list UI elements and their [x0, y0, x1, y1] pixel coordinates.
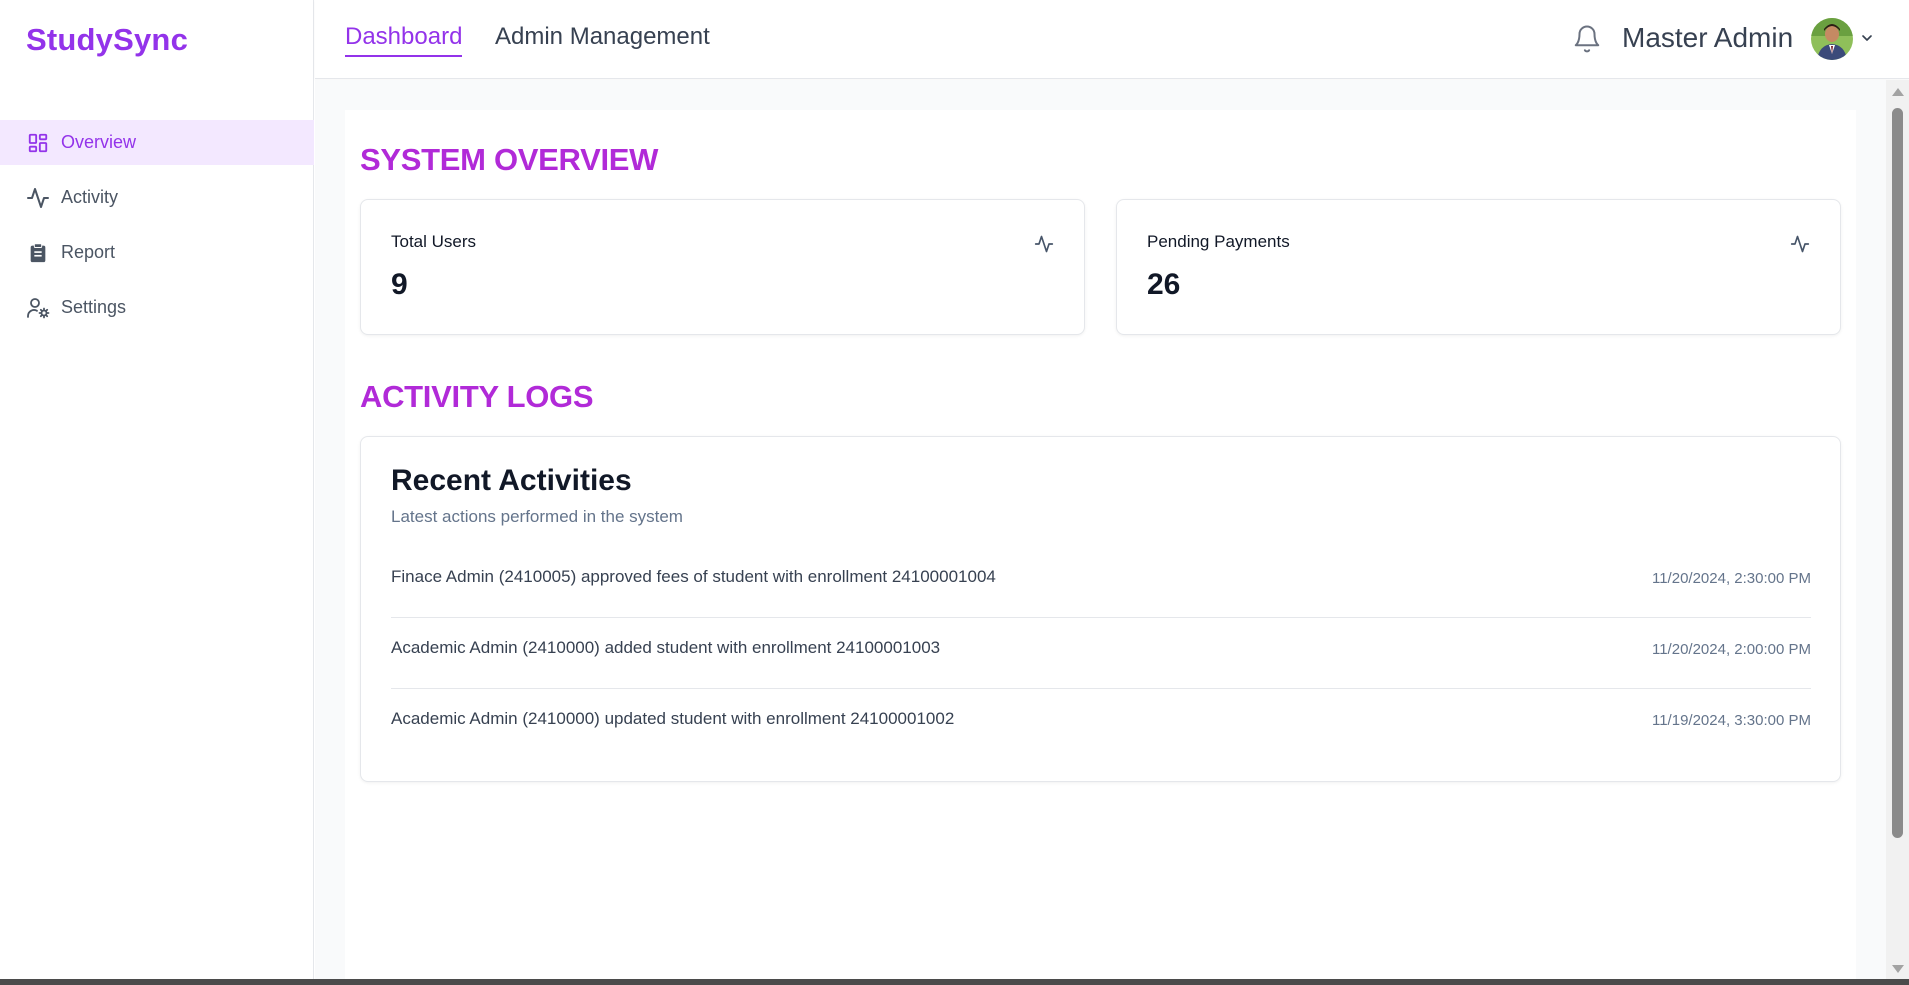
- stat-label: Pending Payments: [1147, 232, 1290, 251]
- clipboard-icon: [26, 241, 50, 265]
- stat-label: Total Users: [391, 232, 477, 251]
- main-area: SYSTEM OVERVIEW Total Users 9 Pending Pa…: [315, 80, 1886, 985]
- vertical-scrollbar[interactable]: [1886, 80, 1909, 985]
- activity-icon: [1034, 234, 1054, 254]
- sidebar-item-label: Overview: [61, 132, 137, 152]
- activity-text: Academic Admin (2410000) updated student…: [391, 709, 955, 728]
- tab-admin-management[interactable]: Admin Management: [495, 23, 710, 55]
- tab-dashboard[interactable]: Dashboard: [345, 23, 463, 57]
- scroll-down-arrow-icon[interactable]: [1892, 965, 1904, 973]
- avatar[interactable]: [1811, 18, 1853, 60]
- recent-activities-card: Recent Activities Latest actions perform…: [360, 436, 1841, 782]
- sidebar-item-settings[interactable]: Settings: [0, 285, 314, 330]
- activity-icon: [26, 186, 50, 210]
- sidebar-item-activity[interactable]: Activity: [0, 175, 314, 220]
- card-title: Recent Activities: [391, 464, 632, 497]
- user-name[interactable]: Master Admin: [1622, 22, 1793, 54]
- sidebar-item-label: Settings: [61, 297, 127, 317]
- sidebar: StudySync Overview Activity Report Setti…: [0, 0, 314, 985]
- bell-icon[interactable]: [1572, 22, 1602, 56]
- list-item: Academic Admin (2410000) added student w…: [391, 618, 1811, 689]
- top-bar: Dashboard Admin Management Master Admin: [315, 0, 1909, 79]
- dashboard-icon: [26, 131, 50, 155]
- list-item: Academic Admin (2410000) updated student…: [391, 689, 1811, 760]
- scroll-up-arrow-icon[interactable]: [1892, 88, 1904, 96]
- window-bottom-edge: [0, 979, 1909, 985]
- stat-card-total-users: Total Users 9: [360, 199, 1085, 335]
- activity-timestamp: 11/20/2024, 2:00:00 PM: [1651, 641, 1811, 658]
- sidebar-item-overview[interactable]: Overview: [0, 120, 314, 165]
- sidebar-item-report[interactable]: Report: [0, 230, 314, 275]
- sidebar-item-label: Report: [61, 242, 116, 262]
- content-panel: SYSTEM OVERVIEW Total Users 9 Pending Pa…: [345, 110, 1856, 985]
- sidebar-item-label: Activity: [61, 187, 119, 207]
- scrollbar-thumb[interactable]: [1892, 108, 1903, 838]
- sidebar-nav: Overview Activity Report Settings: [0, 120, 314, 340]
- activity-logs-title: ACTIVITY LOGS: [360, 379, 594, 414]
- stat-value: 9: [391, 268, 408, 301]
- stat-card-pending-payments: Pending Payments 26: [1116, 199, 1841, 335]
- activity-timestamp: 11/20/2024, 2:30:00 PM: [1651, 570, 1811, 587]
- user-settings-icon: [26, 296, 50, 320]
- activity-text: Finace Admin (2410005) approved fees of …: [391, 567, 996, 586]
- list-item: Finace Admin (2410005) approved fees of …: [391, 547, 1811, 618]
- activity-icon: [1790, 234, 1810, 254]
- brand-logo[interactable]: StudySync: [26, 22, 188, 58]
- chevron-down-icon[interactable]: [1859, 30, 1875, 46]
- card-subtitle: Latest actions performed in the system: [391, 507, 683, 526]
- system-overview-title: SYSTEM OVERVIEW: [360, 142, 659, 177]
- activity-text: Academic Admin (2410000) added student w…: [391, 638, 941, 657]
- activity-list: Finace Admin (2410005) approved fees of …: [391, 547, 1811, 760]
- stat-value: 26: [1147, 268, 1181, 301]
- activity-timestamp: 11/19/2024, 3:30:00 PM: [1651, 712, 1811, 729]
